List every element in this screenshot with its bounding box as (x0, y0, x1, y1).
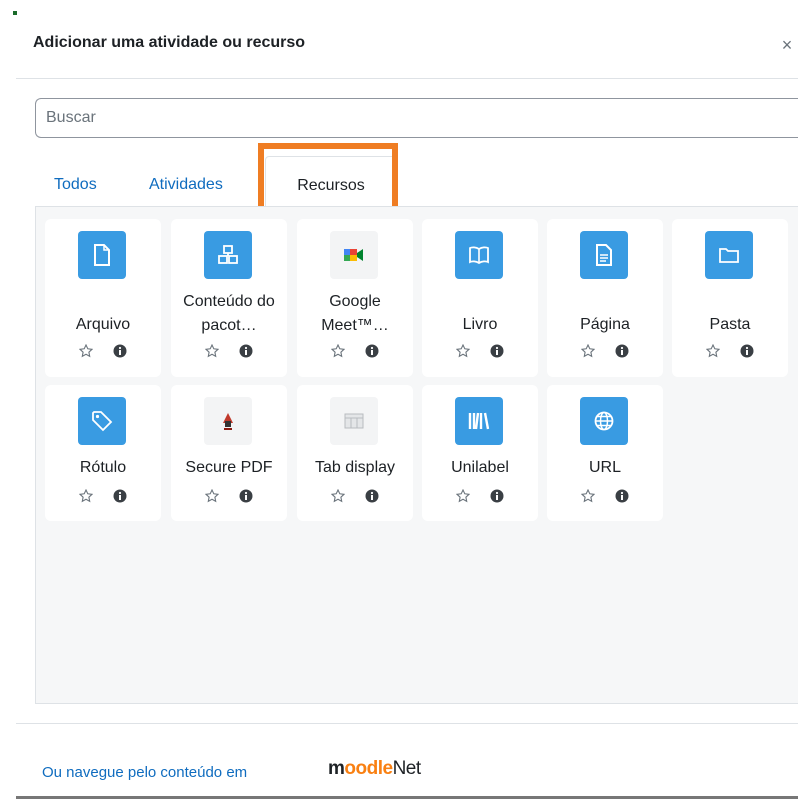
resource-card-arquivo[interactable]: Arquivo (45, 219, 161, 377)
info-icon[interactable] (113, 344, 127, 358)
resource-card-google-meet[interactable]: Google Meet™… (297, 219, 413, 377)
resource-card-tab-display[interactable]: Tab display (297, 385, 413, 521)
resource-name: Unilabel (451, 459, 509, 476)
info-icon[interactable] (615, 489, 629, 503)
card-actions (422, 488, 538, 503)
star-icon[interactable] (78, 488, 94, 503)
resource-card-unilabel[interactable]: Unilabel (422, 385, 538, 521)
info-icon[interactable] (615, 344, 629, 358)
card-actions (297, 343, 413, 358)
package-icon (204, 231, 252, 279)
resource-card-pagina[interactable]: Página (547, 219, 663, 377)
star-icon[interactable] (78, 343, 94, 358)
activity-chooser-modal: Adicionar uma atividade ou recurso × Tod… (0, 0, 798, 799)
card-actions (171, 343, 287, 358)
resource-name: Arquivo (75, 316, 131, 333)
modal-footer: Ou navegue pelo conteúdo em moodleNet (16, 723, 798, 798)
resource-name: Tab display (314, 459, 396, 476)
logo-part-2: oodle (344, 758, 393, 779)
resource-card-secure-pdf[interactable]: Secure PDF (171, 385, 287, 521)
star-icon[interactable] (455, 488, 471, 503)
resource-card-url[interactable]: URL (547, 385, 663, 521)
resource-name: Pasta (709, 316, 751, 333)
resource-card-rotulo[interactable]: Rótulo (45, 385, 161, 521)
close-button[interactable]: × (776, 34, 798, 56)
info-icon[interactable] (490, 489, 504, 503)
google-meet-icon (330, 231, 378, 279)
star-icon[interactable] (580, 488, 596, 503)
unilabel-icon (455, 397, 503, 445)
star-icon[interactable] (204, 343, 220, 358)
resource-card-pasta[interactable]: Pasta (672, 219, 788, 377)
modal-header: Adicionar uma atividade ou recurso × (16, 0, 798, 79)
resource-name: Secure PDF (185, 459, 273, 476)
resource-card-conteudo-pacote[interactable]: Conteúdo do pacot… (171, 219, 287, 377)
info-icon[interactable] (239, 489, 253, 503)
tab-atividades[interactable]: Atividades (149, 156, 223, 206)
card-actions (547, 488, 663, 503)
tab-bar: Todos Atividades Recursos (35, 156, 798, 207)
star-icon[interactable] (330, 343, 346, 358)
secure-pdf-icon (204, 397, 252, 445)
info-icon[interactable] (490, 344, 504, 358)
tab-display-icon (330, 397, 378, 445)
moodlenet-link[interactable]: Ou navegue pelo conteúdo em (42, 764, 247, 781)
resource-name: Página (580, 316, 630, 333)
logo-part-1: m (328, 758, 345, 779)
star-icon[interactable] (705, 343, 721, 358)
star-icon[interactable] (455, 343, 471, 358)
info-icon[interactable] (113, 489, 127, 503)
resource-name: URL (588, 459, 621, 476)
globe-icon (580, 397, 628, 445)
resource-name: Livro (462, 316, 498, 333)
resource-name: Conteúdo do pacot… (183, 293, 275, 334)
book-icon (455, 231, 503, 279)
file-icon (78, 231, 126, 279)
tag-icon (78, 397, 126, 445)
card-actions (297, 488, 413, 503)
star-icon[interactable] (580, 343, 596, 358)
logo-part-3: Net (392, 758, 422, 779)
tab-todos[interactable]: Todos (54, 156, 97, 206)
resource-grid: Arquivo Conteúdo do pacot… Google Meet™… (35, 206, 798, 704)
card-actions (45, 343, 161, 358)
folder-icon (705, 231, 753, 279)
modal-title: Adicionar uma atividade ou recurso (33, 34, 306, 51)
tab-recursos[interactable]: Recursos (265, 156, 397, 207)
info-icon[interactable] (365, 489, 379, 503)
card-actions (422, 343, 538, 358)
info-icon[interactable] (740, 344, 754, 358)
search-input[interactable] (35, 98, 798, 138)
star-icon[interactable] (330, 488, 346, 503)
resource-card-livro[interactable]: Livro (422, 219, 538, 377)
card-actions (672, 343, 788, 358)
page-icon (580, 231, 628, 279)
resource-name: Google Meet™… (321, 293, 389, 334)
info-icon[interactable] (239, 344, 253, 358)
card-actions (547, 343, 663, 358)
info-icon[interactable] (365, 344, 379, 358)
card-actions (171, 488, 287, 503)
moodlenet-logo[interactable]: moodleNet (328, 758, 421, 780)
star-icon[interactable] (204, 488, 220, 503)
card-actions (45, 488, 161, 503)
resource-name: Rótulo (79, 459, 127, 476)
